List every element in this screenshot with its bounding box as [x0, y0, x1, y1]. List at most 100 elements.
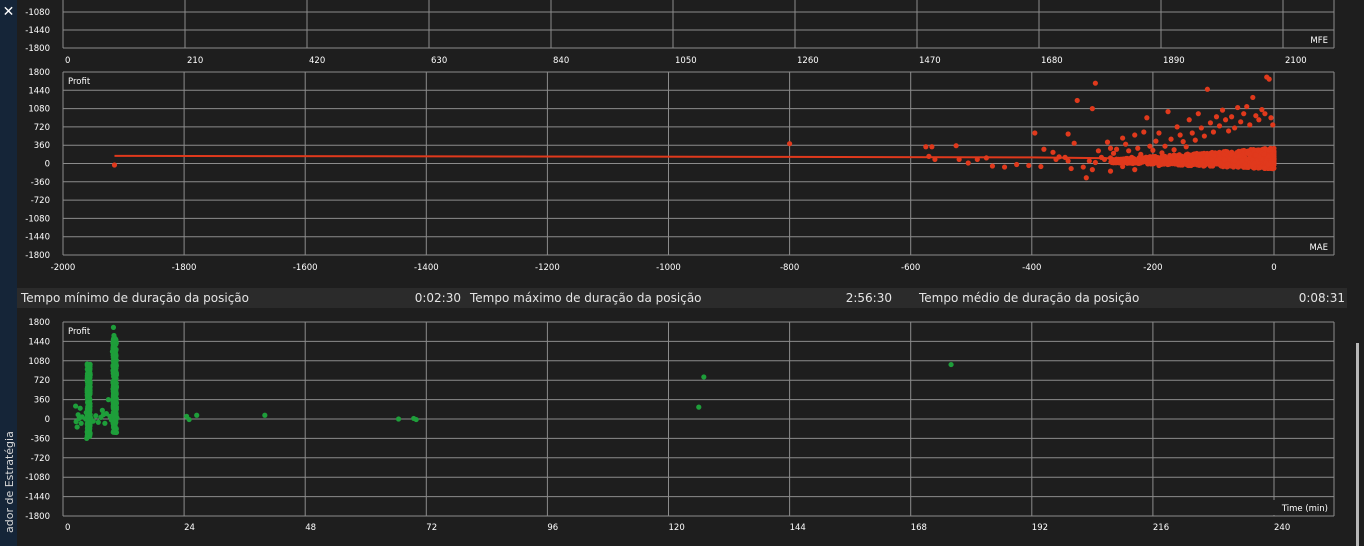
data-point [395, 416, 402, 422]
y-tick-label: 1080 [28, 357, 50, 367]
x-tick-label: 240 [1274, 523, 1290, 533]
data-point [1222, 157, 1228, 163]
stats-bar: Tempo mínimo de duração da posição 0:02:… [17, 288, 1347, 308]
data-point [1141, 129, 1147, 135]
data-point [701, 374, 707, 380]
data-point [186, 416, 192, 423]
x-tick-label: 24 [184, 523, 195, 533]
mfe-y-tick-label: -1080 [25, 8, 50, 18]
data-point [1092, 159, 1098, 166]
data-point [1261, 165, 1268, 171]
data-point [86, 419, 92, 425]
data-point [1244, 150, 1251, 156]
y-tick-label: -360 [31, 178, 50, 188]
data-point [1083, 175, 1089, 181]
data-point [1241, 111, 1247, 117]
x-tick-label: 216 [1153, 523, 1169, 533]
data-point [262, 412, 268, 418]
data-point [1107, 145, 1114, 151]
data-point [1162, 143, 1168, 149]
data-point [1001, 164, 1008, 170]
data-point [1189, 130, 1195, 136]
data-point [111, 345, 118, 351]
data-point [1156, 130, 1162, 136]
data-point [1014, 161, 1020, 168]
mfe-x-tick-label: 210 [187, 56, 203, 66]
data-point [1144, 115, 1150, 121]
mfe-y-tick-label: -1800 [25, 44, 50, 54]
data-point [1262, 111, 1268, 117]
data-point [110, 370, 116, 376]
y-tick-label: 360 [34, 141, 50, 151]
data-point [1225, 161, 1231, 167]
data-point [1238, 119, 1244, 125]
data-point [1107, 168, 1114, 174]
data-point [929, 144, 935, 150]
data-point [1126, 160, 1132, 166]
time-x-axis-label: Time (min) [1281, 504, 1328, 514]
mfe-y-tick-label: -1440 [25, 26, 50, 36]
data-point [1148, 161, 1154, 167]
stat-min-duration-value: 0:02:30 [414, 291, 461, 305]
data-point [1174, 158, 1181, 164]
x-tick-label: -2000 [51, 263, 76, 273]
data-point [1232, 125, 1238, 131]
data-point [1271, 153, 1277, 159]
data-point [112, 363, 118, 369]
data-point [110, 324, 117, 330]
y-tick-label: 1800 [28, 318, 50, 328]
data-point [932, 156, 938, 163]
data-point [113, 429, 119, 436]
data-point [1201, 133, 1207, 139]
data-point [956, 156, 962, 163]
data-point [95, 419, 101, 425]
y-tick-label: 1440 [28, 86, 50, 96]
data-point [1113, 146, 1120, 152]
x-tick-label: 168 [911, 523, 927, 533]
mfe-x-tick-label: 420 [309, 56, 325, 66]
data-point [1186, 117, 1192, 123]
data-point [110, 420, 116, 427]
data-point [1089, 106, 1095, 112]
x-tick-label: -1000 [656, 263, 681, 273]
data-point [1219, 107, 1226, 113]
y-tick-label: 0 [45, 160, 50, 170]
data-point [1050, 149, 1056, 155]
data-point [696, 404, 702, 410]
data-point [413, 416, 419, 423]
data-point [93, 413, 99, 419]
time-chart: 1800144010807203600-360-720-1080-1440-18… [25, 318, 1335, 533]
y-tick-label: 360 [34, 396, 50, 406]
scrollbar-thumb[interactable] [1356, 343, 1359, 546]
x-tick-label: 0 [65, 523, 70, 533]
y-tick-label: -1080 [25, 473, 50, 483]
data-point [1174, 124, 1180, 130]
x-tick-label: -1400 [414, 263, 439, 273]
mfe-x-tick-label: 0 [65, 56, 70, 66]
x-tick-label: 0 [1271, 263, 1276, 273]
data-point [926, 153, 932, 159]
data-point [1032, 130, 1038, 136]
y-tick-label: -1800 [25, 512, 50, 522]
y-tick-label: -1440 [25, 233, 50, 243]
data-point [111, 377, 118, 383]
data-point [1270, 122, 1276, 128]
mfe-x-tick-label: 1260 [797, 56, 819, 66]
data-point [1207, 162, 1214, 168]
data-point [1104, 139, 1111, 145]
data-point [77, 405, 83, 411]
data-point [1165, 159, 1172, 165]
y-tick-label: 720 [34, 123, 50, 133]
data-point [110, 389, 117, 395]
data-point [1271, 160, 1277, 166]
data-point [86, 365, 92, 371]
data-point [953, 143, 959, 149]
data-point [1071, 140, 1077, 146]
stat-max-duration-label: Tempo máximo de duração da posição [470, 291, 702, 305]
data-point [1261, 151, 1267, 157]
data-point [974, 156, 980, 163]
data-point [74, 424, 80, 430]
data-point [1111, 160, 1117, 166]
data-point [1268, 115, 1274, 121]
data-point [1256, 117, 1262, 123]
